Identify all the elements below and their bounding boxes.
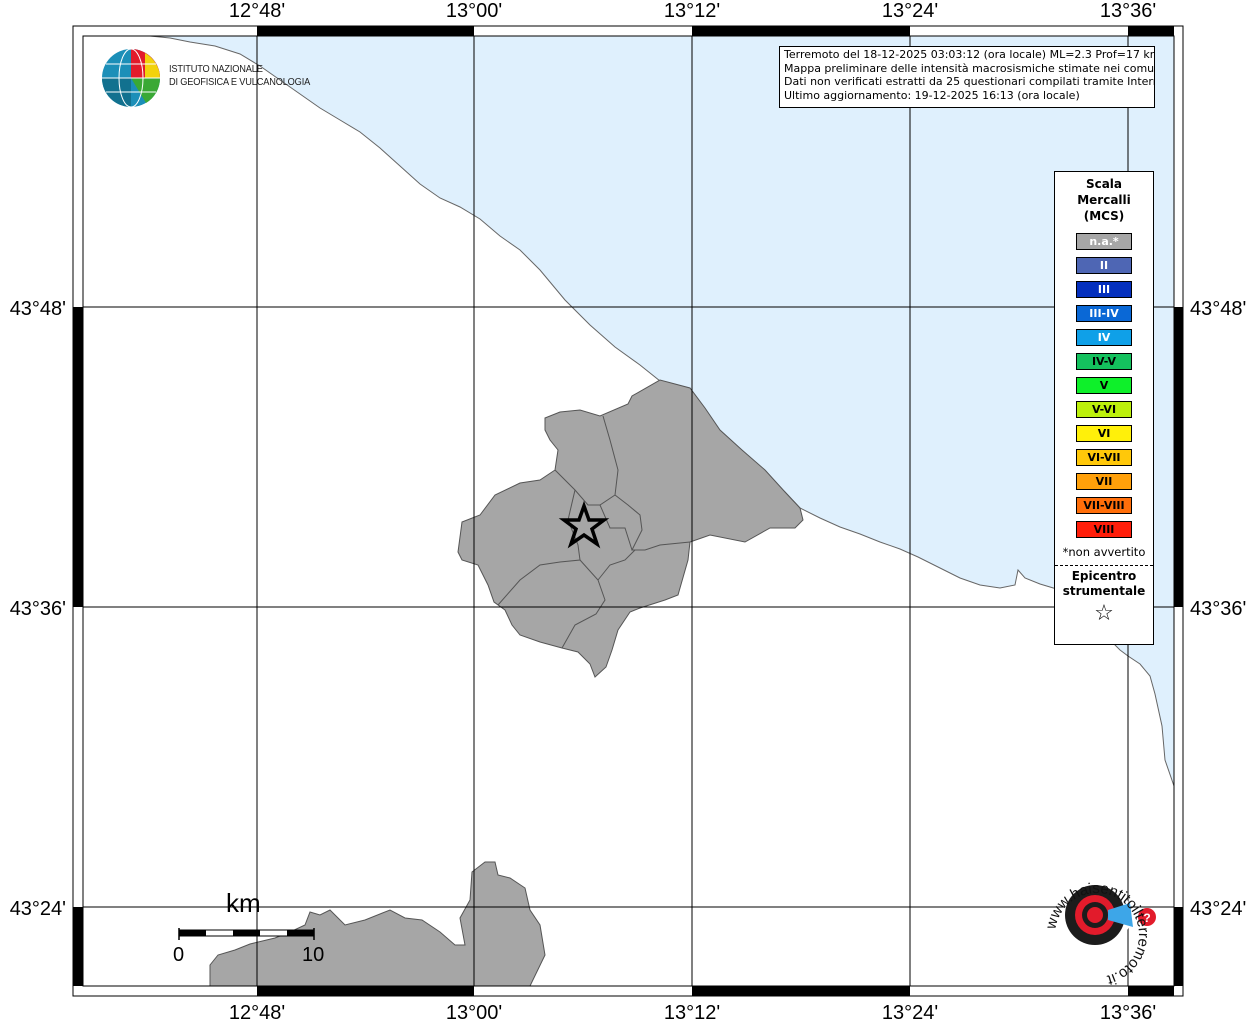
lon-label: 13°00' — [446, 0, 502, 22]
lon-label: 13°12' — [664, 1002, 720, 1024]
lon-labels-bottom: 12°48' 13°00' 13°12' 13°24' 13°36' — [229, 1002, 1156, 1024]
legend-title-line: Scala — [1085, 177, 1123, 191]
ingv-logo-text: ISTITUTO NAZIONALE DI GEOFISICA E VULCAN… — [169, 63, 310, 89]
legend-swatch: VI — [1076, 425, 1132, 442]
lon-label: 12°48' — [229, 1002, 285, 1024]
lon-label: 13°24' — [882, 0, 938, 22]
lon-label: 13°36' — [1100, 0, 1156, 22]
legend-swatch: VII — [1076, 473, 1132, 490]
legend-epicenter-label: Epicentro strumentale — [1055, 569, 1153, 599]
lon-label: 13°36' — [1100, 1002, 1156, 1024]
lon-label: 12°48' — [229, 0, 285, 22]
legend-swatch: IV-V — [1076, 353, 1132, 370]
scale-bar-title: km — [226, 888, 261, 918]
info-line: Ultimo aggiornamento: 19-12-2025 16:13 (… — [784, 88, 1080, 102]
ingv-logo-icon — [102, 48, 161, 108]
legend-swatch: II — [1076, 257, 1132, 274]
info-line: Mappa preliminare delle intensità macros… — [784, 61, 1155, 75]
logo-line: DI GEOFISICA E VULCANOLOGIA — [169, 76, 311, 88]
lat-label: 43°24' — [10, 898, 66, 920]
legend-swatch: n.a.* — [1076, 233, 1132, 250]
haisentito-logo-icon: ? www.haisentitoilterremoto.it — [1042, 880, 1156, 989]
legend-swatch: VIII — [1076, 521, 1132, 538]
legend-star-icon: ☆ — [1094, 601, 1114, 626]
event-info-box: Terremoto del 18-12-2025 03:03:12 (ora l… — [779, 46, 1155, 108]
legend-epicenter-line: strumentale — [1062, 584, 1146, 598]
legend-title-line: (MCS) — [1083, 209, 1125, 223]
mcs-legend: Scala Mercalli (MCS) n.a.* II III III-IV IV I… — [1054, 171, 1154, 645]
info-line: Terremoto del 18-12-2025 03:03:12 (ora l… — [784, 48, 1155, 61]
legend-swatches: n.a.* II III III-IV IV IV-V V V-VI VI VI-VII VII VI… — [1055, 233, 1153, 538]
logo-line: ISTITUTO NAZIONALE — [169, 63, 263, 75]
lat-labels-right: 43°48' 43°36' 43°24' — [1190, 298, 1246, 920]
legend-note: *non avvertito — [1062, 545, 1146, 559]
legend-title: Scala Mercalli (MCS) — [1055, 176, 1153, 224]
lon-label: 13°12' — [664, 0, 720, 22]
lat-label: 43°36' — [1190, 598, 1246, 620]
lat-labels-left: 43°48' 43°36' 43°24' — [10, 298, 66, 920]
scale-bar-label-end: 10 — [302, 944, 325, 966]
lat-label: 43°24' — [1190, 898, 1246, 920]
legend-divider — [1055, 565, 1153, 566]
legend-swatch: VI-VII — [1076, 449, 1132, 466]
lon-label: 13°24' — [882, 1002, 938, 1024]
legend-swatch: V-VI — [1076, 401, 1132, 418]
lat-label: 43°48' — [10, 298, 66, 320]
lat-label: 43°36' — [10, 598, 66, 620]
legend-swatch: IV — [1076, 329, 1132, 346]
info-line: Dati non verificati estratti da 25 quest… — [784, 75, 1155, 88]
scale-bar-label-start: 0 — [173, 944, 185, 966]
legend-swatch: III — [1076, 281, 1132, 298]
legend-title-line: Mercalli — [1077, 193, 1131, 207]
lon-labels-top: 12°48' 13°00' 13°12' 13°24' 13°36' — [229, 0, 1156, 22]
legend-epicenter-line: Epicentro — [1071, 569, 1137, 583]
legend-swatch: V — [1076, 377, 1132, 394]
legend-swatch: III-IV — [1076, 305, 1132, 322]
legend-swatch: VII-VIII — [1076, 497, 1132, 514]
lat-label: 43°48' — [1190, 298, 1246, 320]
lon-label: 13°00' — [446, 1002, 502, 1024]
affected-municipalities — [209, 379, 804, 987]
